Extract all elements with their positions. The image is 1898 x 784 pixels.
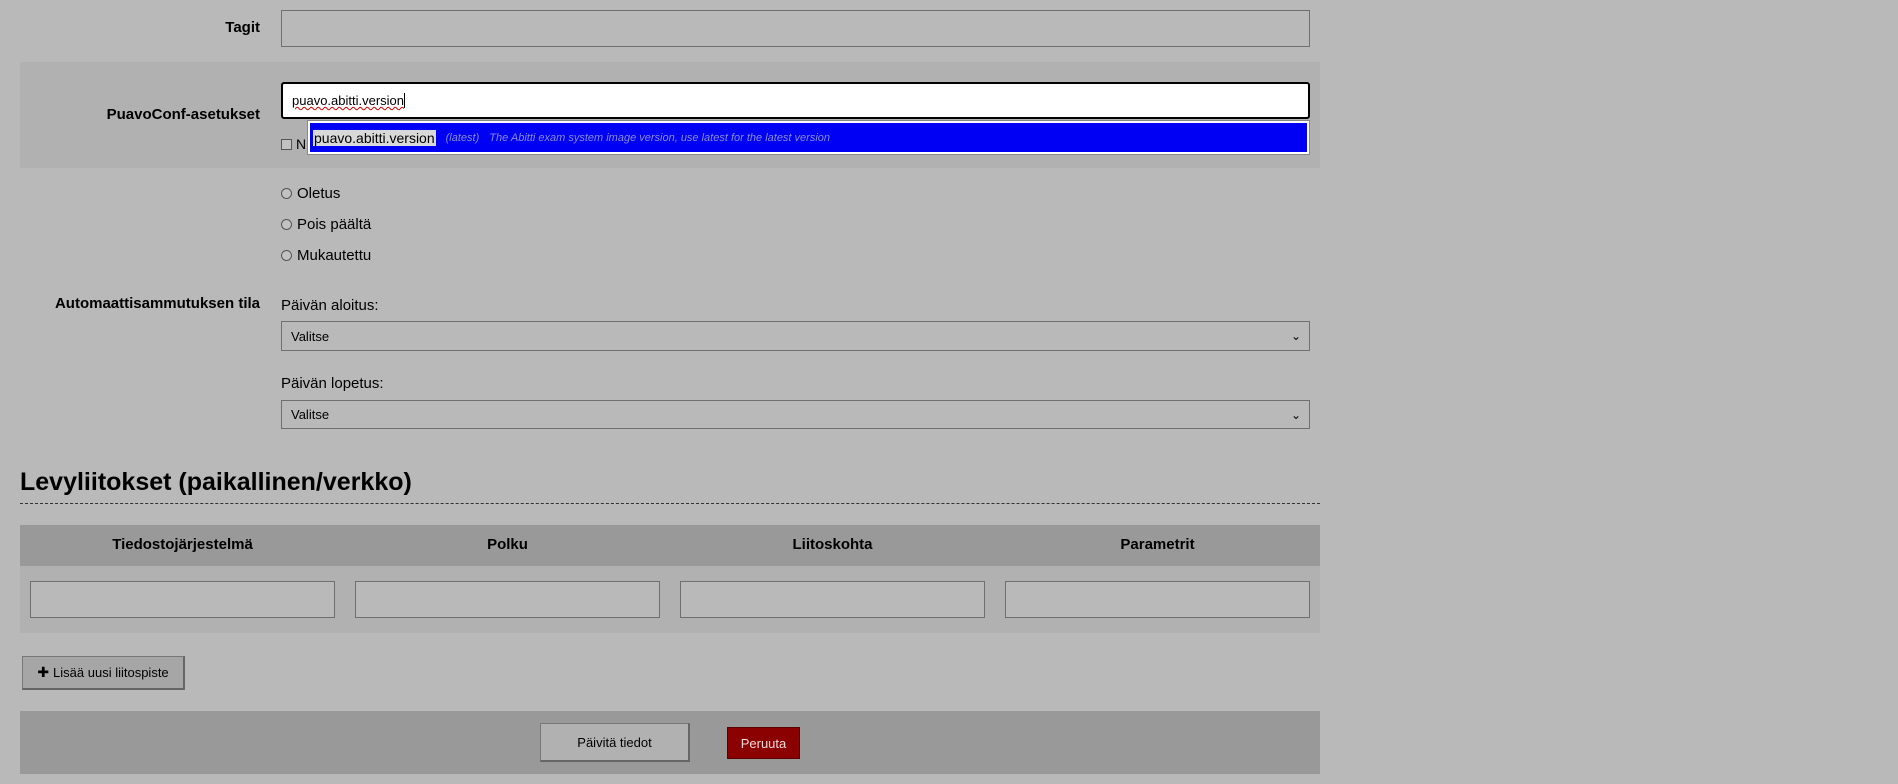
update-button[interactable]: Päivitä tiedot — [540, 723, 690, 762]
autocomplete-key: puavo.abitti.version — [313, 129, 436, 146]
radio-label: Oletus — [297, 185, 341, 202]
chevron-down-icon: ⌄ — [1290, 407, 1301, 422]
filesystem-input[interactable] — [30, 581, 335, 618]
day-start-select[interactable]: Valitse ⌄ — [281, 321, 1310, 351]
tags-input[interactable] — [281, 10, 1310, 47]
radio-oletus[interactable]: Oletus — [281, 185, 340, 202]
plus-icon: ✚ — [37, 664, 50, 680]
autocomplete-default: (latest) — [445, 131, 480, 144]
puavoconf-input-value: puavo.abitti.version — [292, 93, 405, 108]
radio-label: Pois päältä — [297, 216, 372, 233]
checkbox-label: N — [296, 136, 307, 152]
col-path: Polku — [487, 536, 528, 553]
radio-pois-paalta[interactable]: Pois päältä — [281, 216, 371, 233]
puavoconf-input[interactable]: puavo.abitti.version — [281, 82, 1310, 119]
radio-button[interactable] — [281, 188, 292, 199]
day-start-value: Valitse — [291, 328, 330, 344]
day-end-value: Valitse — [291, 407, 330, 422]
cancel-button-label: Peruuta — [740, 735, 787, 751]
add-mount-button-label: Lisää uusi liitospiste — [53, 665, 169, 680]
radio-button[interactable] — [281, 219, 292, 230]
day-start-label: Päivän aloitus: — [281, 297, 379, 314]
parameters-input[interactable] — [1005, 581, 1310, 618]
autocomplete-dropdown: puavo.abitti.version (latest) The Abitti… — [307, 120, 1310, 155]
radio-button[interactable] — [281, 250, 292, 261]
cancel-button[interactable]: Peruuta — [727, 727, 800, 759]
radio-mukautettu[interactable]: Mukautettu — [281, 247, 371, 264]
col-parameters: Parametrit — [1120, 536, 1195, 553]
day-end-label: Päivän lopetus: — [281, 375, 384, 392]
autocomplete-item[interactable]: puavo.abitti.version (latest) The Abitti… — [310, 123, 1307, 152]
chevron-down-icon: ⌄ — [1290, 329, 1301, 343]
checkbox[interactable] — [281, 138, 292, 150]
puavoconf-label: PuavoConf-asetukset — [106, 106, 260, 123]
radio-label: Mukautettu — [297, 247, 372, 264]
col-mountpoint: Liitoskohta — [792, 536, 873, 553]
day-end-select[interactable]: Valitse ⌄ — [281, 400, 1310, 429]
col-filesystem: Tiedostojärjestelmä — [112, 536, 253, 553]
update-button-label: Päivitä tiedot — [577, 734, 652, 750]
mountpoint-input[interactable] — [680, 581, 985, 618]
mounts-heading: Levyliitokset (paikallinen/verkko) — [20, 468, 412, 496]
add-mount-button[interactable]: ✚ Lisää uusi liitospiste — [22, 656, 185, 690]
autoshutdown-label: Automaattisammutuksen tila — [54, 295, 260, 312]
heading-divider — [20, 503, 1320, 504]
path-input[interactable] — [355, 581, 660, 618]
autocomplete-description: The Abitti exam system image version, us… — [489, 131, 831, 144]
tags-label: Tagit — [225, 19, 260, 36]
puavoconf-checkbox-row[interactable]: N — [281, 136, 306, 152]
text-cursor — [404, 93, 406, 108]
